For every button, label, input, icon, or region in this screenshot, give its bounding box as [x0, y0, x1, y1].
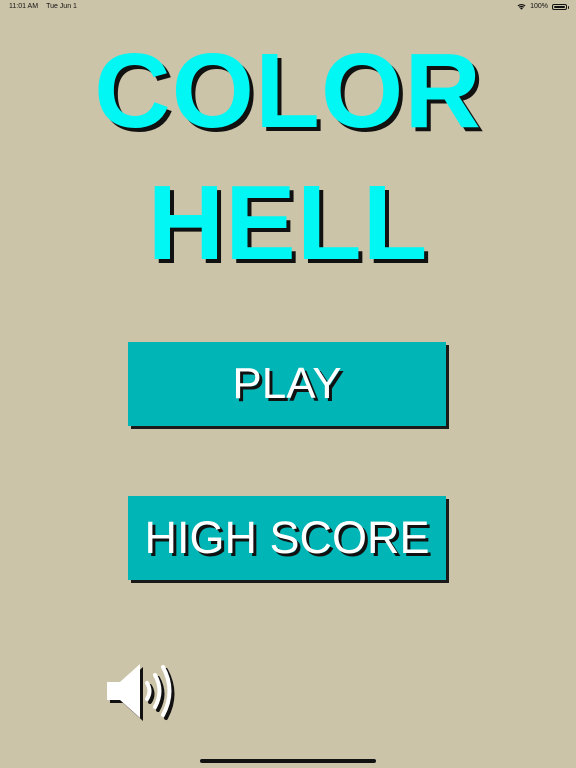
game-title-line-2: HELL	[147, 164, 429, 282]
status-left: 11:01 AM Tue Jun 1	[9, 3, 77, 10]
battery-percent: 100%	[530, 3, 548, 10]
status-date: Tue Jun 1	[46, 3, 77, 10]
status-time: 11:01 AM	[9, 3, 39, 10]
play-button[interactable]: PLAY	[128, 342, 446, 426]
status-bar: 11:01 AM Tue Jun 1 100%	[0, 0, 576, 14]
battery-icon	[552, 3, 569, 10]
game-title-line-1: COLOR	[94, 32, 482, 150]
high-score-button[interactable]: HIGH SCORE	[128, 496, 446, 580]
sound-toggle-button[interactable]	[104, 658, 178, 726]
wifi-icon	[517, 3, 526, 10]
status-right: 100%	[517, 3, 569, 10]
speaker-icon	[107, 664, 175, 721]
home-indicator[interactable]	[200, 759, 376, 763]
